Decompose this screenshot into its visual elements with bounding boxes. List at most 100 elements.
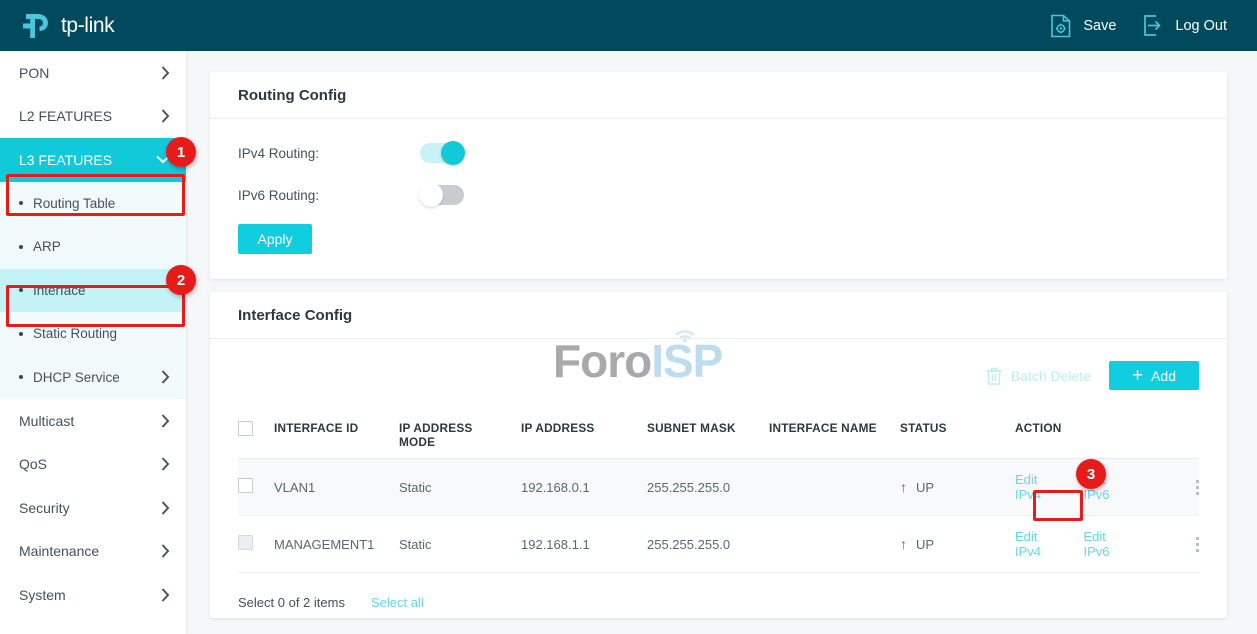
apply-button[interactable]: Apply xyxy=(238,224,312,254)
cell-status: ↑ UP xyxy=(900,515,1015,573)
row-select-cell xyxy=(238,515,274,573)
sidebar-item-label: PON xyxy=(19,64,50,81)
table-header-row: INTERFACE ID IP ADDRESS MODE IP ADDRESS S… xyxy=(238,414,1199,459)
chevron-right-icon xyxy=(161,588,170,602)
table-footer: Select 0 of 2 items Select all xyxy=(238,595,424,610)
interface-table: INTERFACE ID IP ADDRESS MODE IP ADDRESS S… xyxy=(238,414,1199,573)
sidebar-item-label: System xyxy=(19,586,66,603)
chevron-right-icon xyxy=(161,370,170,384)
save-label: Save xyxy=(1083,17,1117,34)
cell-interface-name xyxy=(769,515,900,573)
edit-ipv6-link[interactable]: Edit IPv6 xyxy=(1084,529,1136,559)
table-row: VLAN1 Static 192.168.0.1 255.255.255.0 ↑… xyxy=(238,458,1199,516)
sidebar-item-security[interactable]: Security xyxy=(0,486,186,530)
brand-name: tp-link xyxy=(61,13,115,37)
edit-ipv4-link[interactable]: Edit IPv4 xyxy=(1015,529,1067,559)
chevron-right-icon xyxy=(161,457,170,471)
sidebar-item-pon[interactable]: PON xyxy=(0,51,186,95)
column-header-subnet-mask: SUBNET MASK xyxy=(647,414,769,459)
select-all-checkbox[interactable] xyxy=(238,421,253,436)
edit-ipv6-link[interactable]: Edit IPv6 xyxy=(1084,472,1136,502)
watermark-text-foro: Foro xyxy=(553,335,652,387)
column-header-ip-address-mode: IP ADDRESS MODE xyxy=(399,414,521,459)
ipv4-routing-row: IPv4 Routing: xyxy=(210,141,1227,165)
edit-ipv4-link[interactable]: Edit IPv4 xyxy=(1015,472,1067,502)
batch-delete-button[interactable]: Batch Delete xyxy=(986,367,1091,385)
watermark-text-isp: ISP xyxy=(651,335,723,387)
bullet-icon xyxy=(19,201,23,206)
sidebar-item-label: L2 FEATURES xyxy=(19,108,113,125)
cell-ip-address-mode: Static xyxy=(399,458,521,516)
cell-ip-address: 192.168.1.1 xyxy=(521,515,647,573)
bullet-icon xyxy=(19,288,23,293)
sidebar-item-label: L3 FEATURES xyxy=(19,151,113,168)
sidebar-item-dhcp-service[interactable]: DHCP Service xyxy=(0,356,186,400)
sidebar-item-l3-features[interactable]: L3 FEATURES xyxy=(0,138,186,182)
chevron-right-icon xyxy=(161,109,170,123)
column-header-action: ACTION xyxy=(1015,414,1199,459)
add-label: Add xyxy=(1151,367,1177,384)
header-actions: Save Log Out xyxy=(1050,14,1257,38)
cell-interface-name xyxy=(769,458,900,516)
sidebar-item-routing-table[interactable]: Routing Table xyxy=(0,182,186,226)
table-row: MANAGEMENT1 Static 192.168.1.1 255.255.2… xyxy=(238,515,1199,573)
main-content: Routing Config IPv4 Routing: IPv6 Routin… xyxy=(186,51,1257,634)
cell-subnet-mask: 255.255.255.0 xyxy=(647,458,769,516)
column-header-interface-name: INTERFACE NAME xyxy=(769,414,900,459)
row-select-cell xyxy=(238,458,274,516)
logout-label: Log Out xyxy=(1175,17,1227,34)
sidebar-nav: PON L2 FEATURES L3 FEATURES Routing Tabl… xyxy=(0,51,186,634)
status-label: UP xyxy=(916,479,935,495)
tplink-logo: tp-link xyxy=(0,11,115,41)
sidebar-item-l2-features[interactable]: L2 FEATURES xyxy=(0,94,186,138)
foroisp-watermark: ForoISP xyxy=(553,330,723,388)
ipv6-routing-label: IPv6 Routing: xyxy=(238,187,320,203)
status-up-arrow-icon: ↑ xyxy=(900,479,907,495)
chevron-right-icon xyxy=(161,66,170,80)
bullet-icon xyxy=(19,244,23,249)
logout-button[interactable]: Log Out xyxy=(1142,14,1227,37)
bullet-icon xyxy=(19,375,23,380)
sidebar-item-interface[interactable]: Interface xyxy=(0,268,186,312)
cell-interface-id: MANAGEMENT1 xyxy=(274,515,399,573)
trash-icon xyxy=(986,367,1002,385)
chevron-right-icon xyxy=(161,544,170,558)
sidebar-subitem-label: DHCP Service xyxy=(33,369,120,385)
sidebar-item-static-routing[interactable]: Static Routing xyxy=(0,312,186,356)
row-more-menu-icon[interactable] xyxy=(1196,479,1199,495)
tplink-logo-mark xyxy=(23,13,48,38)
sidebar-item-arp[interactable]: ARP xyxy=(0,225,186,269)
sidebar-item-label: Multicast xyxy=(19,412,75,429)
cell-ip-address: 192.168.0.1 xyxy=(521,458,647,516)
sidebar-item-maintenance[interactable]: Maintenance xyxy=(0,529,186,573)
select-all-link[interactable]: Select all xyxy=(371,595,424,610)
sidebar-subitem-label: Static Routing xyxy=(33,326,118,342)
column-header-ip-address: IP ADDRESS xyxy=(521,414,647,459)
row-more-menu-icon[interactable] xyxy=(1196,536,1199,552)
ipv4-routing-toggle[interactable] xyxy=(420,141,465,165)
interface-config-title: Interface Config xyxy=(210,292,1227,339)
chevron-right-icon xyxy=(161,501,170,515)
table-toolbar: Batch Delete + Add xyxy=(986,361,1199,390)
selection-summary: Select 0 of 2 items xyxy=(238,595,345,610)
select-all-header-cell xyxy=(238,414,274,459)
sidebar-item-multicast[interactable]: Multicast xyxy=(0,399,186,443)
chevron-down-icon xyxy=(156,155,170,164)
add-button[interactable]: + Add xyxy=(1109,361,1199,390)
sidebar-item-qos[interactable]: QoS xyxy=(0,442,186,486)
row-checkbox[interactable] xyxy=(238,478,253,493)
cell-status: ↑ UP xyxy=(900,458,1015,516)
ipv6-routing-toggle[interactable] xyxy=(419,183,464,207)
row-checkbox[interactable] xyxy=(238,535,253,550)
cell-subnet-mask: 255.255.255.0 xyxy=(647,515,769,573)
sidebar-subitem-label: Interface xyxy=(33,282,86,298)
sidebar-item-system[interactable]: System xyxy=(0,573,186,617)
routing-config-title: Routing Config xyxy=(210,72,1227,119)
status-up-arrow-icon: ↑ xyxy=(900,536,907,552)
sidebar-submenu-l3-features: Routing Table ARP Interface Static Routi… xyxy=(0,181,186,400)
batch-delete-label: Batch Delete xyxy=(1010,367,1091,384)
save-gear-document-icon xyxy=(1051,14,1071,37)
save-button[interactable]: Save xyxy=(1050,14,1116,38)
sidebar-subitem-label: ARP xyxy=(33,239,61,255)
sidebar-subitem-label: Routing Table xyxy=(33,195,116,211)
